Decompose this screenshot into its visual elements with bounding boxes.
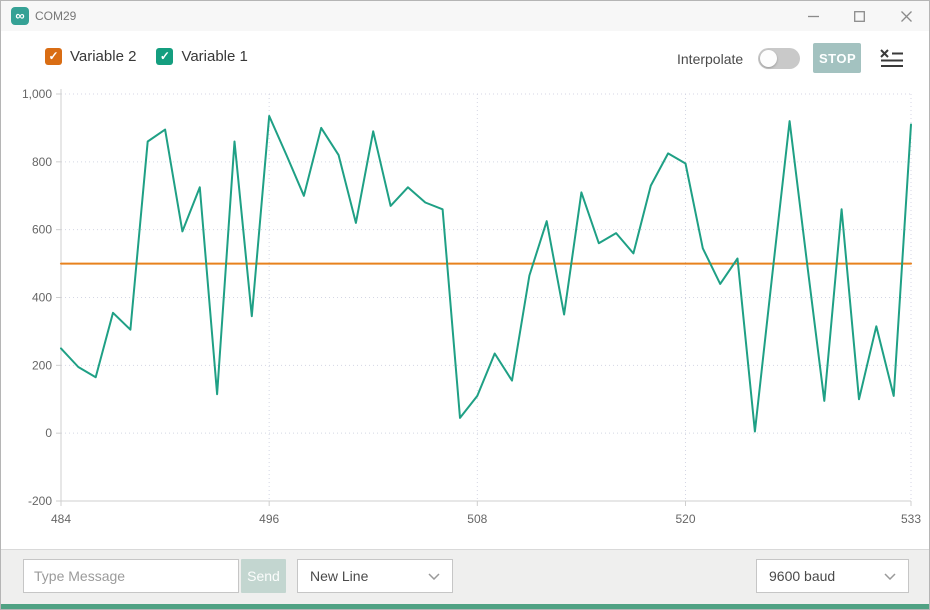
chevron-down-icon <box>884 573 896 580</box>
variable1-label: Variable 1 <box>181 48 247 65</box>
x-tick-label: 533 <box>901 512 921 526</box>
baud-rate-value: 9600 baud <box>769 568 835 584</box>
toggle-knob <box>760 50 777 67</box>
x-tick-label: 508 <box>467 512 487 526</box>
x-tick-label: 520 <box>675 512 695 526</box>
chevron-down-icon <box>428 573 440 580</box>
legend-item-variable-1[interactable]: ✓ Variable 1 <box>156 48 247 65</box>
plotter-chart: -200 0 200 400 600 800 1,000 484 496 508 520 533 <box>1 1 930 546</box>
y-tick-label: 1,000 <box>22 87 52 101</box>
x-tick-label: 496 <box>259 512 279 526</box>
y-tick-label: 800 <box>32 155 52 169</box>
y-tick-label: 0 <box>45 426 52 440</box>
variable2-checkbox[interactable]: ✓ <box>45 48 62 65</box>
interpolate-toggle[interactable] <box>758 48 800 69</box>
send-button[interactable]: Send <box>241 559 286 593</box>
window-bottom-accent <box>1 604 929 609</box>
stop-button[interactable]: STOP <box>813 43 861 73</box>
x-tick-label: 484 <box>51 512 71 526</box>
line-ending-select[interactable]: New Line <box>297 559 453 593</box>
series-line-variable-1 <box>61 116 911 432</box>
y-tick-label: 400 <box>32 291 52 305</box>
y-tick-label: 600 <box>32 223 52 237</box>
y-tick-label: 200 <box>32 358 52 372</box>
line-ending-value: New Line <box>310 568 368 584</box>
serial-plotter-window: ∞ COM29 -20002004006008001,0004844965085… <box>0 0 930 610</box>
variable1-checkbox[interactable]: ✓ <box>156 48 173 65</box>
message-input[interactable] <box>23 559 239 593</box>
bottom-bar: Send New Line 9600 baud <box>1 549 929 604</box>
variable2-label: Variable 2 <box>70 48 136 65</box>
chart-legend: ✓ Variable 2 ✓ Variable 1 <box>45 48 248 65</box>
y-tick-label: -200 <box>28 494 52 508</box>
interpolate-label: Interpolate <box>677 51 743 67</box>
clear-output-button[interactable] <box>877 46 905 70</box>
legend-item-variable-2[interactable]: ✓ Variable 2 <box>45 48 136 65</box>
baud-rate-select[interactable]: 9600 baud <box>756 559 909 593</box>
clear-output-icon <box>879 48 903 68</box>
